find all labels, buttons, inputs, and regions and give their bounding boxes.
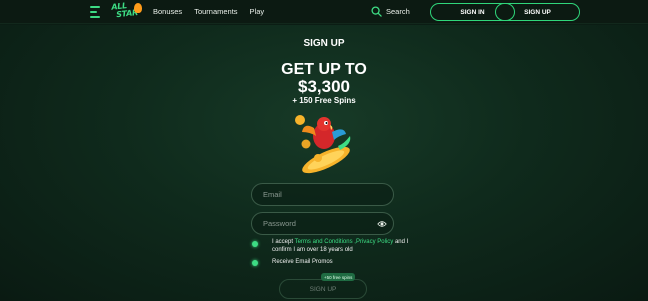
top-header: ALL STAR Bonuses Tournaments Play Search…: [0, 0, 648, 24]
hamburger-menu-icon[interactable]: [90, 6, 100, 18]
eye-icon[interactable]: [377, 219, 387, 229]
search-label: Search: [386, 7, 410, 16]
promo-amount: $3,300: [298, 77, 350, 96]
terms-text: I accept Terms and Conditions ,Privacy P…: [272, 239, 422, 254]
email-promos-label: Receive Email Promos: [272, 259, 333, 265]
password-input[interactable]: [263, 219, 373, 228]
nav-play[interactable]: Play: [250, 7, 265, 16]
search-button[interactable]: Search: [371, 6, 410, 17]
email-field[interactable]: [251, 183, 394, 206]
nav-bonuses[interactable]: Bonuses: [153, 7, 182, 16]
sign-up-submit-button[interactable]: SIGN UP: [279, 279, 367, 299]
page-title: SIGN UP: [303, 38, 345, 49]
logo-parrot-icon: [134, 3, 142, 13]
search-icon: [371, 6, 382, 17]
password-field[interactable]: [251, 212, 394, 235]
terms-link[interactable]: Terms and Conditions ,Privacy Policy: [295, 239, 394, 245]
terms-prefix: I accept: [272, 239, 295, 245]
parrot-surfboard-mascot: [295, 115, 351, 174]
promo-free-spins: + 150 Free Spins: [292, 96, 356, 105]
nav-tournaments[interactable]: Tournaments: [194, 7, 237, 16]
email-input[interactable]: [263, 190, 373, 199]
terms-checkbox[interactable]: [252, 241, 258, 247]
sign-up-header-button[interactable]: SIGN UP: [495, 3, 580, 21]
email-promos-checkbox[interactable]: [252, 260, 258, 266]
free-spins-badge: +50 free spins: [321, 273, 356, 281]
main-nav: Bonuses Tournaments Play: [153, 7, 264, 16]
